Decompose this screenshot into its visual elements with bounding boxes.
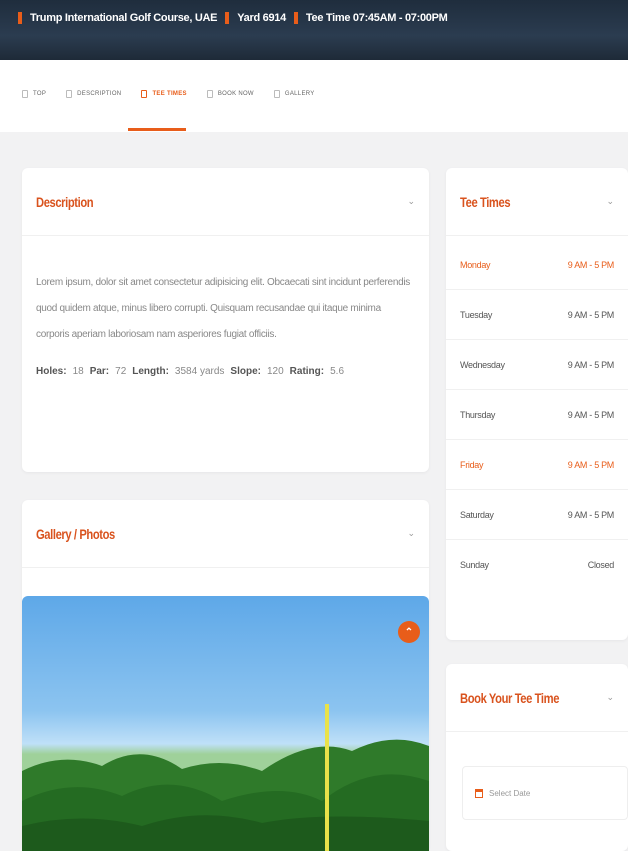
tee-times-title: Tee Times — [460, 193, 511, 210]
booking-title: Book Your Tee Time — [460, 689, 560, 706]
tab-nav: TOP DESCRIPTION TEE TIMES BOOK NOW GALLE… — [0, 60, 628, 132]
chevron-down-icon[interactable]: ⌄ — [606, 196, 614, 207]
rating-label: Rating: — [289, 366, 325, 377]
par-label: Par: — [89, 366, 110, 377]
course-name: Trump International Golf Course, UAE — [30, 12, 218, 24]
image-icon — [273, 90, 280, 98]
tab-label: TOP — [33, 91, 47, 97]
accent-marker — [18, 12, 22, 24]
chevron-down-icon[interactable]: ⌄ — [606, 692, 614, 703]
tab-label: TEE TIMES — [152, 91, 187, 97]
list-item: Tuesday 9 AM - 5 PM — [446, 290, 628, 340]
holes-value: 18 — [72, 366, 84, 377]
description-header[interactable]: Description ⌄ — [22, 168, 429, 236]
list-item: Saturday 9 AM - 5 PM — [446, 490, 628, 540]
tab-book-now[interactable]: BOOK NOW — [206, 90, 254, 98]
booking-header[interactable]: Book Your Tee Time ⌄ — [446, 664, 628, 732]
tee-times-card: Tee Times ⌄ Monday 9 AM - 5 PM Tuesday 9 A… — [446, 168, 628, 640]
hours-value: Closed — [587, 560, 615, 570]
list-item: Thursday 9 AM - 5 PM — [446, 390, 628, 440]
gallery-title: Gallery / Photos — [36, 525, 115, 542]
tee-time-range: Tee Time 07:45AM - 07:00PM — [305, 12, 448, 24]
hours-value: 9 AM - 5 PM — [567, 459, 615, 470]
hours-value: 9 AM - 5 PM — [567, 409, 615, 420]
chevron-down-icon[interactable]: ⌄ — [407, 528, 415, 539]
gallery-photo[interactable] — [22, 596, 429, 851]
day-label: Wednesday — [460, 359, 505, 370]
course-yards: Yard 6914 — [237, 12, 286, 24]
day-label: Saturday — [460, 509, 494, 520]
day-label: Sunday — [460, 560, 489, 570]
description-card: Description ⌄ Lorem ipsum, dolor sit ame… — [22, 168, 429, 472]
day-label: Monday — [460, 259, 491, 270]
day-label: Friday — [460, 459, 484, 470]
length-value: 3584 yards — [174, 366, 225, 377]
tab-description[interactable]: DESCRIPTION — [66, 90, 121, 98]
tab-tee-times[interactable]: TEE TIMES — [141, 90, 187, 98]
gallery-header[interactable]: Gallery / Photos ⌄ — [22, 500, 429, 568]
day-label: Tuesday — [460, 309, 493, 320]
slope-label: Slope: — [230, 366, 261, 377]
active-tab-indicator — [128, 128, 186, 131]
day-label: Thursday — [460, 409, 496, 420]
list-item: Wednesday 9 AM - 5 PM — [446, 340, 628, 390]
document-icon — [66, 90, 73, 98]
calendar-icon — [475, 788, 483, 798]
date-field[interactable]: Select Date — [462, 766, 628, 820]
tab-label: DESCRIPTION — [77, 91, 122, 97]
tab-label: GALLERY — [284, 91, 315, 97]
slope-value: 120 — [266, 366, 284, 377]
flag-pole — [325, 704, 329, 851]
tab-top[interactable]: TOP — [22, 90, 46, 98]
chevron-down-icon[interactable]: ⌄ — [407, 196, 415, 207]
tab-label: BOOK NOW — [217, 91, 254, 97]
booking-card: Book Your Tee Time ⌄ — [446, 664, 628, 851]
tee-times-list: Monday 9 AM - 5 PM Tuesday 9 AM - 5 PM Wed… — [446, 236, 628, 590]
accent-marker — [225, 12, 230, 24]
list-item: Friday 9 AM - 5 PM — [446, 440, 628, 490]
description-title: Description — [36, 193, 94, 210]
course-stats: Holes: 18 Par: 72 Length: 3584 yards Slope:… — [22, 348, 429, 377]
chevron-up-icon[interactable]: ⌃ — [398, 621, 420, 643]
home-icon — [22, 90, 28, 98]
hours-value: 9 AM - 5 PM — [567, 259, 615, 270]
booking-icon — [206, 90, 213, 98]
calendar-icon — [141, 90, 148, 98]
hours-value: 9 AM - 5 PM — [567, 509, 615, 520]
top-banner: Trump International Golf Course, UAE Yar… — [0, 0, 628, 60]
rating-value: 5.6 — [330, 366, 345, 377]
trees-scene — [22, 739, 429, 851]
tee-times-header[interactable]: Tee Times ⌄ — [446, 168, 628, 236]
par-value: 72 — [115, 366, 127, 377]
length-label: Length: — [132, 366, 169, 377]
holes-label: Holes: — [36, 366, 67, 377]
hours-value: 9 AM - 5 PM — [567, 309, 615, 320]
list-item: Sunday Closed — [446, 540, 628, 590]
tab-gallery[interactable]: GALLERY — [273, 90, 315, 98]
accent-marker — [293, 12, 298, 24]
description-text: Lorem ipsum, dolor sit amet consectetur … — [36, 277, 410, 340]
hours-value: 9 AM - 5 PM — [567, 359, 615, 370]
course-info: Trump International Golf Course, UAE Yar… — [18, 12, 448, 24]
date-placeholder: Select Date — [489, 788, 531, 798]
list-item: Monday 9 AM - 5 PM — [446, 240, 628, 290]
